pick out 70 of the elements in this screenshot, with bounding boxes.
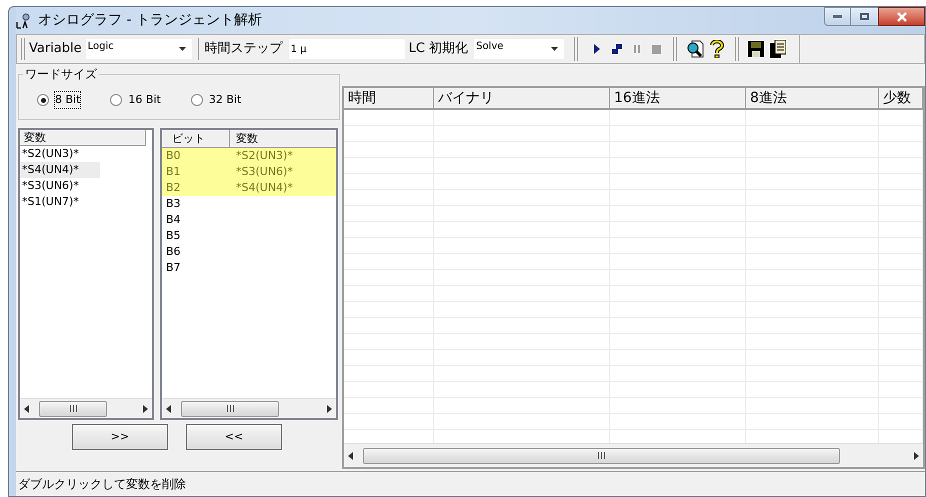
- list-row[interactable]: B5: [162, 228, 336, 244]
- list-row[interactable]: B1 *S3(UN6)*: [162, 164, 336, 180]
- scroll-left-icon[interactable]: [348, 452, 353, 460]
- column-header[interactable]: 少数: [879, 88, 923, 110]
- list-item[interactable]: *S1(UN7)*: [20, 194, 100, 210]
- close-icon[interactable]: [896, 12, 908, 22]
- scroll-right-icon[interactable]: [914, 452, 919, 460]
- list-row[interactable]: B0 *S2(UN3)*: [162, 148, 336, 164]
- column-header[interactable]: 時間: [344, 88, 434, 110]
- bit-label: B1: [165, 164, 182, 180]
- scroll-left-icon[interactable]: [166, 404, 171, 412]
- caret-icon[interactable]: [178, 47, 186, 51]
- app-icon: [16, 12, 32, 28]
- variable-label: *S4(UN4)*: [235, 180, 293, 196]
- column-header[interactable]: 変数: [20, 130, 146, 146]
- list-row[interactable]: B4: [162, 212, 336, 228]
- column-header[interactable]: 変数: [230, 130, 336, 147]
- list-row[interactable]: B7: [162, 260, 336, 276]
- bit-label: B6: [165, 244, 182, 260]
- minimize-button[interactable]: [824, 7, 851, 26]
- bit-label: B3: [165, 196, 182, 212]
- help-icon[interactable]: [710, 40, 724, 58]
- column-header[interactable]: ビット: [162, 130, 230, 147]
- bit-label: B5: [165, 228, 182, 244]
- play-icon[interactable]: [594, 44, 600, 54]
- scrollbar-thumb[interactable]: [181, 400, 279, 416]
- variable-label: *S3(UN6)*: [235, 164, 293, 180]
- variable-label: Variable: [29, 40, 82, 58]
- close-button[interactable]: [878, 7, 925, 26]
- list-item[interactable]: *S2(UN3)*: [20, 146, 100, 162]
- list-row[interactable]: B3: [162, 196, 336, 212]
- scroll-left-icon[interactable]: [24, 404, 29, 412]
- time-step-field[interactable]: 1 μ: [288, 39, 405, 59]
- radio-button[interactable]: [37, 94, 49, 106]
- radio-label: 8 Bit: [55, 92, 80, 108]
- time-step-label: 時間ステップ: [204, 40, 283, 58]
- status-text: ダブルクリックして変数を削除: [18, 476, 186, 493]
- variable-label: *S2(UN3)*: [235, 148, 293, 164]
- radio-button[interactable]: [190, 94, 203, 106]
- bit-label: B2: [165, 180, 182, 196]
- column-header[interactable]: 8進法: [746, 88, 879, 110]
- maximize-button[interactable]: [851, 7, 878, 26]
- search-icon[interactable]: [686, 40, 704, 58]
- lc-init-combo[interactable]: Solve: [474, 39, 564, 59]
- save-icon[interactable]: [748, 41, 764, 57]
- radio-label: 16 Bit: [128, 92, 161, 108]
- column-header[interactable]: バイナリ: [434, 88, 610, 110]
- radio-label: 32 Bit: [208, 92, 242, 108]
- window-title: オシログラフ - トランジェント解析: [38, 11, 262, 30]
- move-button[interactable]: <<: [186, 424, 282, 450]
- step-icon[interactable]: [612, 44, 622, 54]
- lc-init-label: LC 初期化: [408, 40, 468, 58]
- group-title: ワードサイズ: [23, 65, 99, 83]
- move-button[interactable]: >>: [72, 424, 168, 450]
- scroll-right-icon[interactable]: [327, 404, 332, 412]
- scrollbar-thumb[interactable]: [363, 448, 840, 464]
- column-header[interactable]: 16進法: [610, 88, 746, 110]
- bit-label: B7: [165, 260, 182, 276]
- list-row[interactable]: B6: [162, 244, 336, 260]
- list-row[interactable]: B2 *S4(UN4)*: [162, 180, 336, 196]
- scrollbar-thumb[interactable]: [39, 400, 107, 416]
- caret-icon[interactable]: [551, 47, 558, 51]
- radio-button[interactable]: [110, 94, 122, 106]
- variable-combo[interactable]: Logic: [86, 39, 192, 59]
- clipboard-icon[interactable]: [770, 40, 786, 58]
- bit-label: B4: [165, 212, 182, 228]
- list-item[interactable]: *S3(UN6)*: [20, 178, 100, 194]
- list-item[interactable]: *S4(UN4)*: [20, 162, 100, 178]
- scroll-right-icon[interactable]: [143, 404, 148, 412]
- bit-label: B0: [165, 148, 182, 164]
